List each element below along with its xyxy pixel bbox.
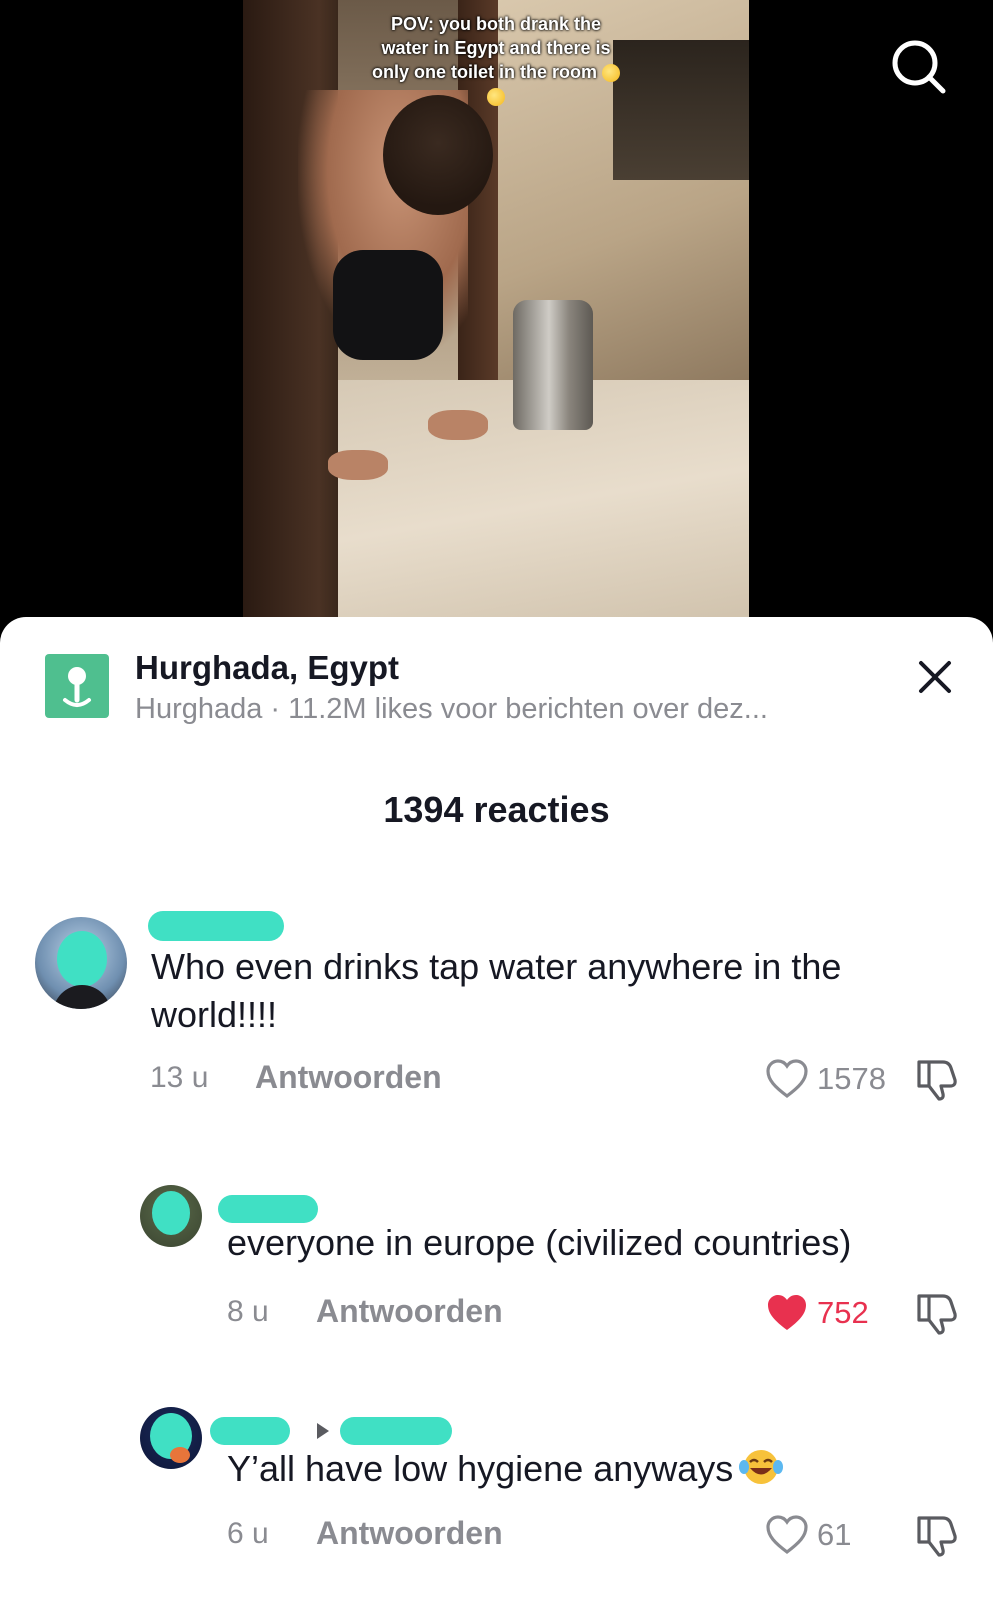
heart-filled-icon: [768, 1295, 806, 1330]
reply-to-arrow-icon: [317, 1423, 329, 1439]
avatar-redaction: [152, 1191, 190, 1235]
comment-text: Y’all have low hygiene anyways: [227, 1448, 734, 1489]
comment-time: 13 u: [150, 1061, 209, 1094]
thumbs-down-icon: [917, 1516, 957, 1557]
like-button[interactable]: 752: [765, 1291, 869, 1335]
video-area[interactable]: POV: you both drank the water in Egypt a…: [0, 0, 993, 640]
comments-sheet: Hurghada, Egypt Hurghada · 11.2M likes v…: [0, 617, 993, 1600]
avatar-body: [53, 985, 111, 1009]
avatar-redaction: [57, 931, 107, 987]
dislike-button[interactable]: [913, 1056, 959, 1102]
dizzy-face-emoji-icon: [487, 88, 505, 107]
location-pin-glyph: [63, 667, 91, 707]
thumbs-down-icon: [917, 1060, 957, 1101]
caption-line: [243, 84, 749, 108]
reply-button[interactable]: Antwoorden: [316, 1515, 503, 1552]
video-person-hand: [428, 410, 488, 440]
grimace-emoji-icon: [602, 64, 620, 83]
reply-button[interactable]: Antwoorden: [316, 1293, 503, 1330]
avatar[interactable]: [35, 917, 127, 1009]
comment-text-row: Y’all have low hygiene anyways: [227, 1445, 947, 1493]
caption-line: only one toilet in the room: [243, 60, 749, 84]
caption-line: POV: you both drank the: [390, 14, 601, 34]
comment-item: everyone in europe (civilized countries)…: [0, 1185, 993, 1365]
like-count: 752: [817, 1295, 869, 1330]
like-count: 1578: [817, 1061, 886, 1096]
thumbs-down-icon: [917, 1294, 957, 1335]
search-button[interactable]: [888, 36, 952, 100]
like-count: 61: [817, 1517, 852, 1552]
comments-count-title: 1394 reacties: [383, 789, 610, 830]
video-person-shorts: [333, 250, 443, 360]
location-title[interactable]: Hurghada, Egypt: [135, 649, 399, 687]
comment-time: 6 u: [227, 1517, 269, 1550]
video-trash-bin: [513, 300, 593, 430]
username-redaction[interactable]: [210, 1417, 290, 1445]
avatar[interactable]: [140, 1407, 202, 1469]
close-button[interactable]: [915, 657, 955, 697]
comment-text: Who even drinks tap water anywhere in th…: [151, 946, 842, 1035]
username-redaction[interactable]: [148, 911, 284, 941]
avatar-accent: [170, 1447, 190, 1463]
dislike-button[interactable]: [913, 1290, 959, 1336]
video-caption: POV: you both drank the water in Egypt a…: [243, 12, 749, 108]
reply-to-username-redaction[interactable]: [340, 1417, 452, 1445]
tears-of-joy-emoji-icon: [739, 1450, 784, 1484]
avatar[interactable]: [140, 1185, 202, 1247]
reply-button[interactable]: Antwoorden: [255, 1059, 442, 1096]
heart-outline-icon: [766, 1515, 808, 1555]
comment-item: Who even drinks tap water anywhere in th…: [0, 907, 993, 1137]
comment-text: everyone in europe (civilized countries): [227, 1222, 852, 1263]
caption-line-text: only one toilet in the room: [371, 62, 597, 82]
dislike-button[interactable]: [913, 1512, 959, 1558]
close-icon: [919, 661, 951, 693]
search-icon: [892, 40, 946, 94]
comment-item: Y’all have low hygiene anyways 6 u Antwo…: [0, 1407, 993, 1597]
like-button[interactable]: 1578: [765, 1057, 886, 1101]
video-person-head: [383, 95, 493, 215]
heart-outline-icon: [766, 1059, 808, 1099]
caption-line: water in Egypt and there is: [381, 38, 611, 58]
location-pin-icon[interactable]: [45, 654, 109, 718]
location-subtitle[interactable]: Hurghada · 11.2M likes voor berichten ov…: [135, 693, 768, 726]
like-button[interactable]: 61: [765, 1513, 851, 1557]
video-person-hand: [328, 450, 388, 480]
comment-time: 8 u: [227, 1295, 269, 1328]
